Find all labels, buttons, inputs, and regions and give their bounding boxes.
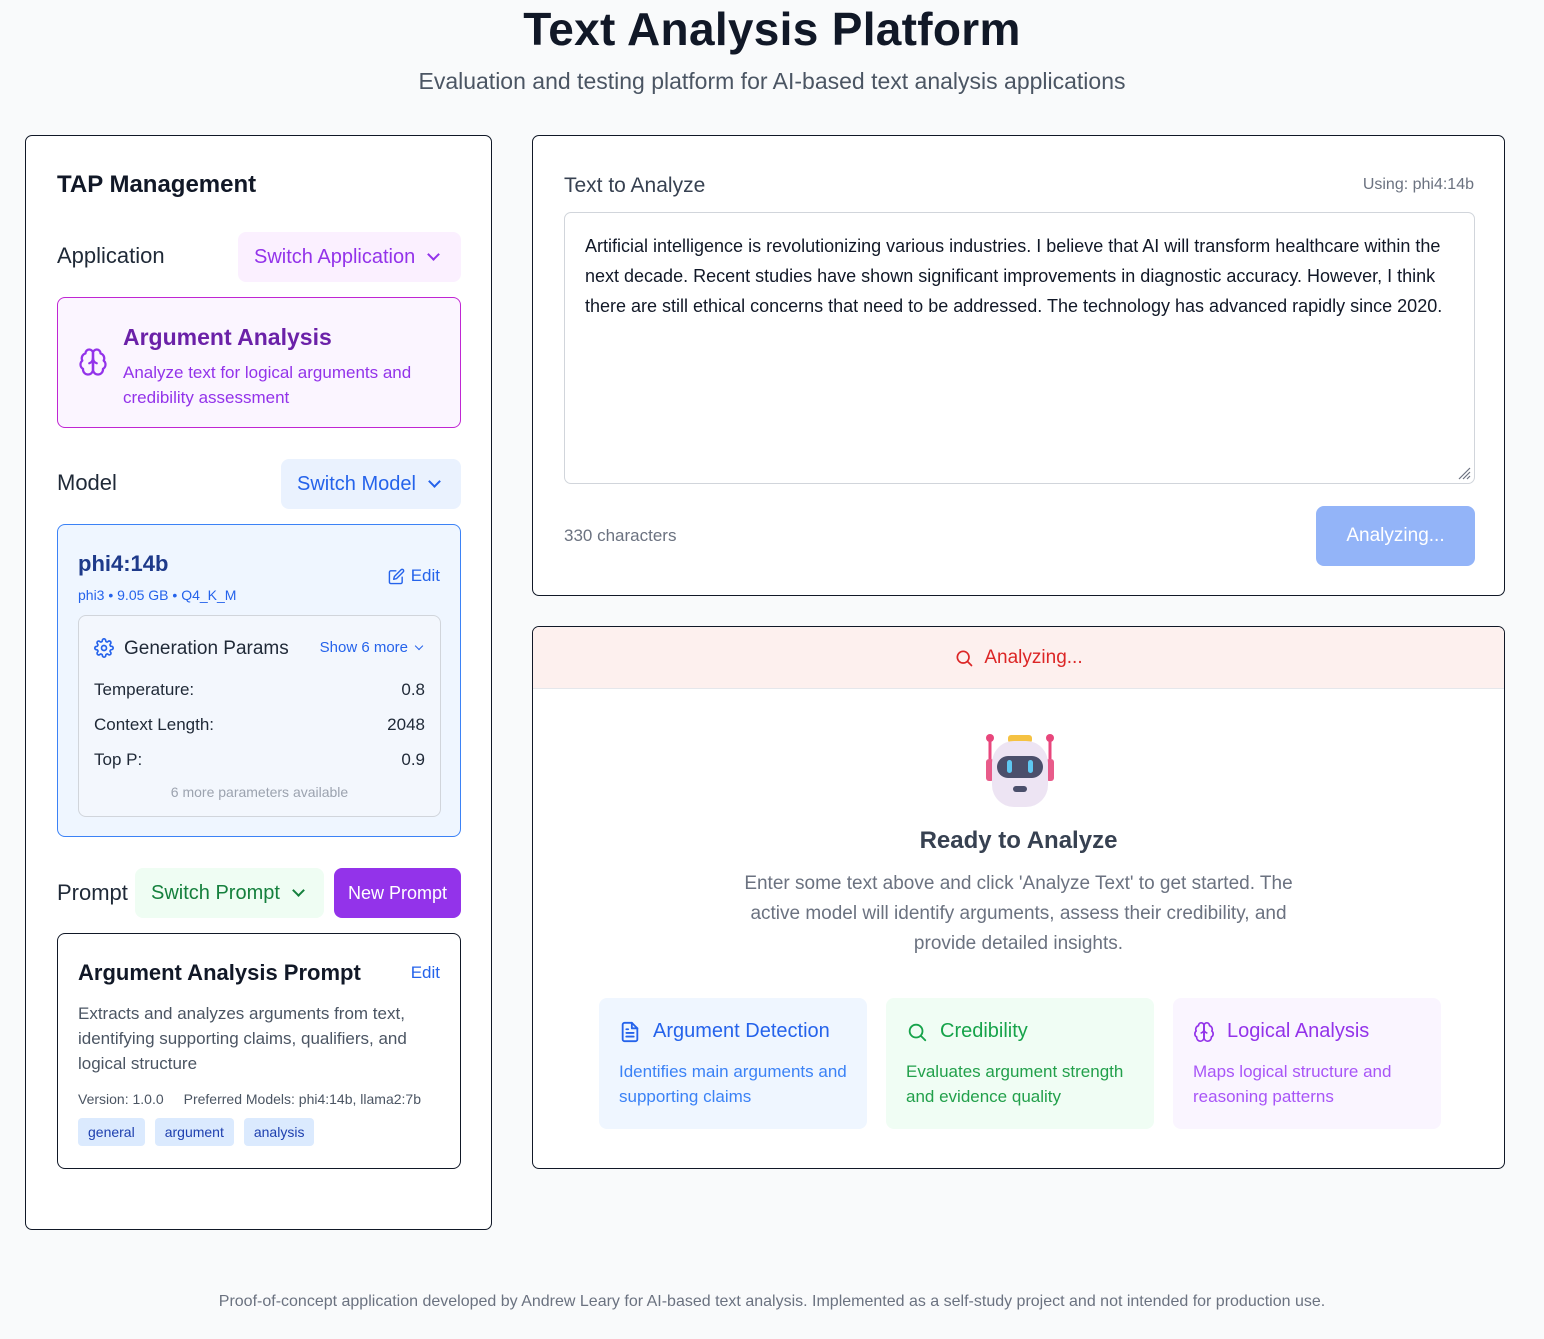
edit-icon xyxy=(388,568,405,584)
generation-params: Generation Params Show 6 more Temperatur… xyxy=(78,615,441,817)
tag-badge: argument xyxy=(154,1118,234,1146)
application-name: Argument Analysis xyxy=(123,324,332,350)
robot-icon xyxy=(986,734,1054,807)
param-value: 0.9 xyxy=(401,750,425,769)
param-label: Temperature: xyxy=(94,680,195,699)
footer-text: Proof-of-concept application developed b… xyxy=(218,1293,1326,1310)
feature-header: Credibility xyxy=(906,1020,1028,1043)
switch-model-label: Switch Model xyxy=(297,472,416,495)
feature-description: Identifies main arguments and supporting… xyxy=(619,1062,847,1106)
params-available-note: 6 more parameters available xyxy=(170,784,349,800)
feature-title: Argument Detection xyxy=(653,1020,830,1042)
page-title: Text Analysis Platform xyxy=(523,3,1021,55)
text-input-label: Text to Analyze xyxy=(564,174,706,197)
active-model-indicator: Using: phi4:14b xyxy=(1362,176,1474,193)
management-panel: TAP Management Application Switch Applic… xyxy=(25,135,492,1230)
param-row: Context Length: 2048 xyxy=(94,715,425,735)
chevron-down-icon xyxy=(427,248,441,261)
param-label: Top P: xyxy=(94,750,143,769)
application-description: Analyze text for logical arguments and c… xyxy=(123,363,412,407)
application-card[interactable]: Argument Analysis Analyze text for logic… xyxy=(57,297,461,428)
tag-badge: general xyxy=(78,1118,145,1146)
feature-card-credibility: Credibility Evaluates argument strength … xyxy=(886,998,1154,1129)
model-name: phi4:14b xyxy=(78,551,169,576)
feature-title: Logical Analysis xyxy=(1227,1020,1370,1042)
page-header: Text Analysis Platform Evaluation and te… xyxy=(0,0,1544,96)
tag-badge: analysis xyxy=(243,1118,315,1146)
feature-description: Maps logical structure and reasoning pat… xyxy=(1193,1062,1392,1106)
edit-label: Edit xyxy=(410,963,440,982)
chevron-down-icon xyxy=(414,641,424,651)
ready-description: Enter some text above and click 'Analyze… xyxy=(744,873,1293,954)
analysis-status-text: Analyzing... xyxy=(984,646,1083,668)
show-more-label: Show 6 more xyxy=(319,639,408,656)
prompt-label: Prompt xyxy=(57,880,128,905)
results-panel: Analyzing... Ready to Analyze Enter some… xyxy=(532,626,1505,1169)
application-label: Application xyxy=(57,243,165,268)
switch-model-button[interactable]: Switch Model xyxy=(281,459,461,509)
feature-title: Credibility xyxy=(940,1020,1028,1042)
prompt-name: Argument Analysis Prompt xyxy=(78,960,361,985)
prompt-tags: general argument analysis xyxy=(78,1118,315,1146)
edit-prompt-button[interactable]: Edit xyxy=(411,963,440,983)
analysis-status-bar: Analyzing... xyxy=(533,627,1504,689)
feature-header: Logical Analysis xyxy=(1193,1020,1369,1043)
feature-card-logical-analysis: Logical Analysis Maps logical structure … xyxy=(1173,998,1441,1129)
character-count: 330 characters xyxy=(564,526,677,545)
switch-prompt-label: Switch Prompt xyxy=(151,881,280,904)
chevron-down-icon xyxy=(428,475,441,488)
param-value: 0.8 xyxy=(401,680,425,699)
brain-icon xyxy=(1194,1021,1214,1042)
chevron-down-icon xyxy=(292,884,305,897)
page-subtitle: Evaluation and testing platform for AI-b… xyxy=(418,68,1126,94)
show-more-params-button[interactable]: Show 6 more xyxy=(319,639,424,656)
edit-model-button[interactable]: Edit xyxy=(388,566,440,586)
param-label: Context Length: xyxy=(94,715,215,734)
analyze-button[interactable]: Analyzing... xyxy=(1316,506,1475,566)
text-input-field[interactable]: Artificial intelligence is revolutionizi… xyxy=(564,212,1475,484)
feature-description: Evaluates argument strength and evidence… xyxy=(906,1062,1124,1106)
prompt-preferred-models: Preferred Models: phi4:14b, llama2:7b xyxy=(183,1091,421,1107)
prompt-meta: Version: 1.0.0 Preferred Models: phi4:14… xyxy=(78,1091,421,1107)
gear-icon xyxy=(94,638,114,658)
brain-icon xyxy=(79,348,107,376)
param-value: 2048 xyxy=(387,715,425,734)
param-row: Top P: 0.9 xyxy=(94,750,425,770)
document-icon xyxy=(621,1021,639,1042)
switch-prompt-button[interactable]: Switch Prompt xyxy=(135,868,324,918)
new-prompt-label: New Prompt xyxy=(347,882,448,903)
model-meta: phi3 • 9.05 GB • Q4_K_M xyxy=(78,587,237,603)
switch-application-button[interactable]: Switch Application xyxy=(238,232,461,282)
edit-label: Edit xyxy=(410,566,440,585)
feature-header: Argument Detection xyxy=(619,1020,830,1043)
text-input-value: Artificial intelligence is revolutionizi… xyxy=(585,236,1443,316)
param-row: Temperature: 0.8 xyxy=(94,680,425,700)
model-label: Model xyxy=(57,470,117,495)
model-card: phi4:14b phi3 • 9.05 GB • Q4_K_M Edit Ge… xyxy=(57,524,461,837)
switch-application-label: Switch Application xyxy=(254,245,416,268)
new-prompt-button[interactable]: New Prompt xyxy=(334,868,461,918)
prompt-version: Version: 1.0.0 xyxy=(78,1091,164,1107)
panel-title: TAP Management xyxy=(57,171,257,198)
params-title: Generation Params xyxy=(124,638,289,659)
search-icon xyxy=(956,650,973,666)
ready-title: Ready to Analyze xyxy=(919,827,1118,854)
feature-card-argument-detection: Argument Detection Identifies main argum… xyxy=(599,998,867,1129)
prompt-card: Argument Analysis Prompt Edit Extracts a… xyxy=(57,933,461,1169)
search-icon xyxy=(908,1023,927,1041)
text-input-panel: Text to Analyze Using: phi4:14b Artifici… xyxy=(532,135,1505,596)
resize-handle-icon[interactable] xyxy=(1457,466,1471,480)
prompt-description: Extracts and analyzes arguments from tex… xyxy=(78,1004,407,1073)
